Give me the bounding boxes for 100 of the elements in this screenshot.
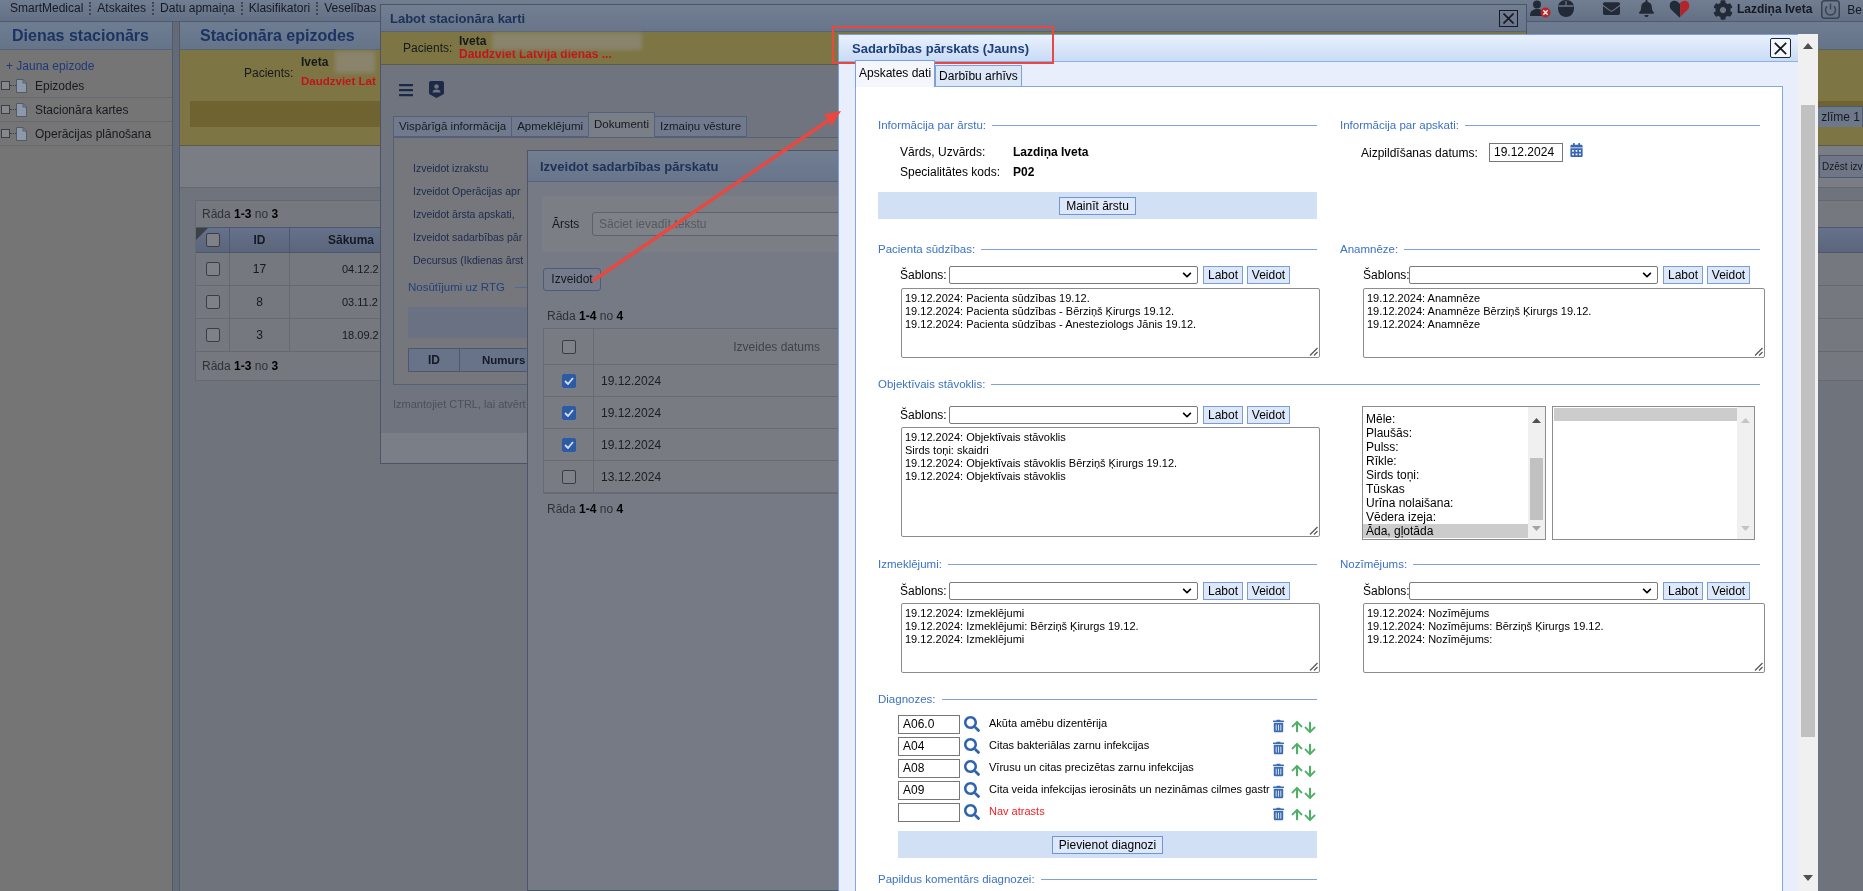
list-option[interactable]: Āda, gļotāda [1363,524,1528,538]
notes-textarea[interactable]: 19.12.2024: Anamnēze 19.12.2024: Anamnēze Bērziņš Ķirurgs 19.12. 19.12.2024: Anamnēze [1363,288,1765,358]
trash-icon[interactable] [1273,719,1284,733]
settings-icon[interactable] [1712,0,1733,20]
arrow-down-icon[interactable] [1304,743,1316,756]
notes-textarea[interactable]: 19.12.2024: Objektīvais stāvoklis Sirds toņi: skaidri 19.12.2024: Objektīvais stāvoklis Bērziņš Ķirurgs 19.12. 19.12.2024: Objektīvais stāvoklis [901,427,1320,537]
menu-item[interactable]: Klasifikatori [248,1,311,15]
user-remove-icon[interactable] [1529,0,1551,18]
template-select[interactable] [949,266,1198,284]
expander-icon[interactable] [1,129,10,138]
trash-icon[interactable] [1273,741,1284,755]
scrollbar[interactable] [1798,34,1818,891]
resize-grip-icon[interactable] [1309,526,1318,535]
tab[interactable]: Izmaiņu vēsture [654,116,748,137]
checkbox[interactable] [561,373,576,388]
tree-item[interactable]: Operācijas plānošana [35,126,152,141]
arrow-up-icon[interactable] [1291,742,1303,755]
tree-item[interactable]: Epizodes [35,78,85,93]
template-select[interactable] [949,582,1198,600]
checkbox[interactable] [205,328,220,342]
expander-icon[interactable] [1,81,10,90]
create-button[interactable]: Izveidot [543,268,601,291]
checkbox[interactable] [205,295,220,309]
trash-icon[interactable] [1273,807,1284,821]
checkbox[interactable] [561,339,576,354]
create-button[interactable]: Veidot [1247,582,1290,600]
checkbox[interactable] [561,405,576,420]
expander-icon[interactable] [1,105,10,114]
diagnosis-code-field[interactable]: A09 [898,781,960,800]
delete-button[interactable]: Dzēst izv [1819,155,1863,178]
checkbox[interactable] [205,233,220,247]
power-icon[interactable] [1821,0,1841,19]
diagnosis-code-field[interactable]: A06.0 [898,715,960,734]
tab[interactable]: Darbību arhīvs [935,65,1022,86]
menu-item[interactable]: Be [1847,3,1862,17]
search-icon[interactable] [964,738,980,754]
tab[interactable]: Apskates dati [855,60,936,87]
create-button[interactable]: Veidot [1247,406,1290,424]
scrollbar[interactable] [1528,407,1545,539]
edit-button[interactable]: Labot [1663,582,1703,600]
search-icon[interactable] [964,716,980,732]
checkbox[interactable] [561,469,576,484]
create-button[interactable]: Veidot [1247,266,1290,284]
menu-item[interactable]: Atskaites [97,1,147,15]
checkbox[interactable] [561,437,576,452]
arrow-down-icon[interactable] [1304,765,1316,778]
arrow-down-icon[interactable] [1304,809,1316,822]
arrow-up-icon[interactable] [1291,786,1303,799]
menu-icon[interactable] [398,81,414,98]
date-field[interactable]: 19.12.2024 [1489,143,1563,162]
column-header[interactable]: Numurs [482,353,526,367]
edit-button[interactable]: Labot [1663,266,1703,284]
search-icon[interactable] [964,760,980,776]
search-icon[interactable] [964,804,980,820]
tab[interactable]: Vispārīgā informācija [393,116,513,137]
bell-icon[interactable] [1637,0,1655,17]
menu-item[interactable]: Veselības [324,1,377,15]
notes-textarea[interactable]: 19.12.2024: Nozīmējums 19.12.2024: Nozīmējums: Bērziņš Ķirurgs 19.12. 19.12.2024: Nozīmējums: [1363,603,1765,673]
heart-icon[interactable] [1668,0,1690,18]
trash-icon[interactable] [1273,785,1284,799]
calendar-icon[interactable] [1570,143,1583,157]
edit-button[interactable]: Labot [1203,266,1243,284]
menu-item[interactable]: SmartMedical [10,1,84,15]
scrollbar[interactable] [1737,407,1754,539]
sticker-tab[interactable]: zlīme 1 [1817,106,1863,127]
diagnosis-code-field[interactable]: A04 [898,737,960,756]
add-diagnosis-button[interactable]: Pievienot diagnozi [1051,835,1164,854]
template-select[interactable] [949,406,1198,424]
resize-grip-icon[interactable] [1754,662,1763,671]
resize-grip-icon[interactable] [1754,347,1763,356]
mouse-icon[interactable] [1556,0,1575,17]
notes-textarea[interactable]: 19.12.2024: Pacienta sūdzības 19.12. 19.12.2024: Pacienta sūdzības - Bērziņš Ķirurgs 19.12. 19.12.2024: Pacienta sūdzības - Anesteziologs Jānis 19.12. [901,288,1320,358]
checkbox[interactable] [205,262,220,276]
template-select[interactable] [1409,266,1658,284]
arrow-up-icon[interactable] [1291,808,1303,821]
menu-item[interactable]: Datu apmaiņa [160,1,235,15]
template-select[interactable] [1409,582,1658,600]
search-icon[interactable] [964,782,980,798]
tab[interactable]: Dokumenti [588,112,655,137]
notes-textarea[interactable]: 19.12.2024: Izmeklējumi 19.12.2024: Izmeklējumi: Bērziņš Ķirurgs 19.12. 19.12.2024: Izmeklējumi [901,603,1320,673]
user-name[interactable]: Lazdiņa Iveta [1736,2,1813,16]
diagnosis-code-field[interactable] [898,803,960,822]
close-button[interactable] [1770,38,1791,58]
create-button[interactable]: Veidot [1707,582,1750,600]
tree-item[interactable]: Stacionāra kartes [35,102,129,117]
column-header[interactable]: ID [428,353,440,367]
arrow-down-icon[interactable] [1304,721,1316,734]
edit-button[interactable]: Labot [1203,406,1243,424]
change-doctor-button[interactable]: Mainīt ārstu [1059,196,1136,215]
user-badge-icon[interactable] [429,81,444,98]
arrow-up-icon[interactable] [1291,720,1303,733]
arrow-up-icon[interactable] [1291,764,1303,777]
create-button[interactable]: Veidot [1707,266,1750,284]
resize-grip-icon[interactable] [1309,662,1318,671]
trash-icon[interactable] [1273,763,1284,777]
tab[interactable]: Apmeklējumi [511,116,589,137]
resize-grip-icon[interactable] [1309,347,1318,356]
edit-button[interactable]: Labot [1203,582,1243,600]
arrow-down-icon[interactable] [1304,787,1316,800]
diagnosis-code-field[interactable]: A08 [898,759,960,778]
